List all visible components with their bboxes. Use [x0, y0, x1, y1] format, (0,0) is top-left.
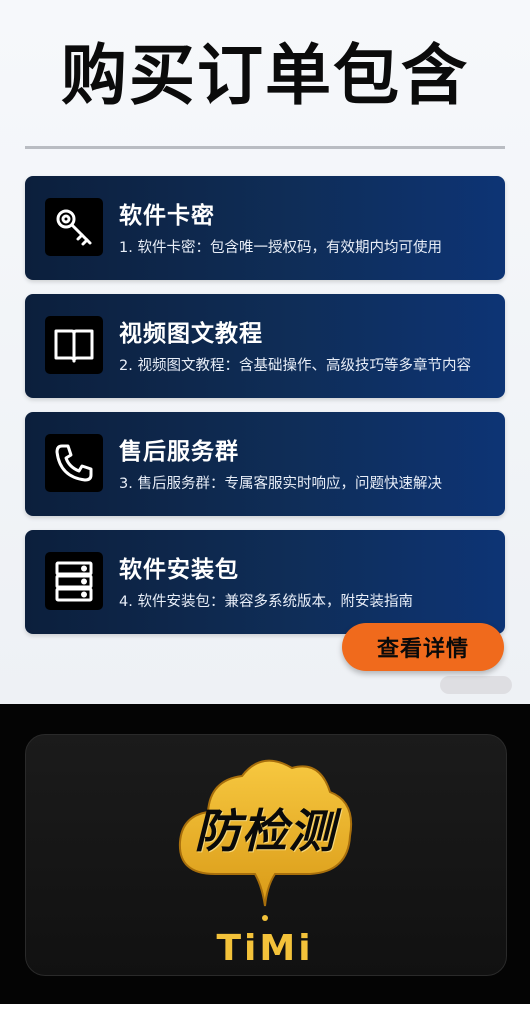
item-card-installer[interactable]: 软件安装包 4. 软件安装包：兼容多系统版本，附安装指南	[25, 530, 505, 634]
view-details-button[interactable]: 查看详情	[342, 623, 504, 671]
item-description: 1. 软件卡密：包含唯一授权码，有效期内均可使用	[119, 240, 442, 256]
page-title: 购买订单包含	[61, 36, 469, 114]
item-description: 3. 售后服务群：专属客服实时响应，问题快速解决	[119, 476, 442, 492]
footer-strip	[0, 1004, 530, 1024]
title-divider	[25, 146, 505, 149]
key-icon	[45, 198, 103, 256]
server-icon	[45, 552, 103, 610]
phone-icon	[45, 434, 103, 492]
brand-logo-text: TiMi	[216, 928, 314, 969]
item-title: 视频图文教程	[119, 321, 263, 347]
book-icon	[45, 316, 103, 374]
item-title: 软件安装包	[119, 557, 239, 583]
item-title: 售后服务群	[119, 439, 239, 465]
badge-text: 防检测	[194, 804, 336, 858]
item-description: 2. 视频图文教程：含基础操作、高级技巧等多章节内容	[119, 358, 471, 374]
item-description: 4. 软件安装包：兼容多系统版本，附安装指南	[119, 594, 413, 610]
item-card-tutorial[interactable]: 视频图文教程 2. 视频图文教程：含基础操作、高级技巧等多章节内容	[25, 294, 505, 398]
item-card-support[interactable]: 售后服务群 3. 售后服务群：专属客服实时响应，问题快速解决	[25, 412, 505, 516]
item-title: 软件卡密	[119, 203, 215, 229]
button-shadow	[440, 676, 512, 694]
item-card-license[interactable]: 软件卡密 1. 软件卡密：包含唯一授权码，有效期内均可使用	[25, 176, 505, 280]
